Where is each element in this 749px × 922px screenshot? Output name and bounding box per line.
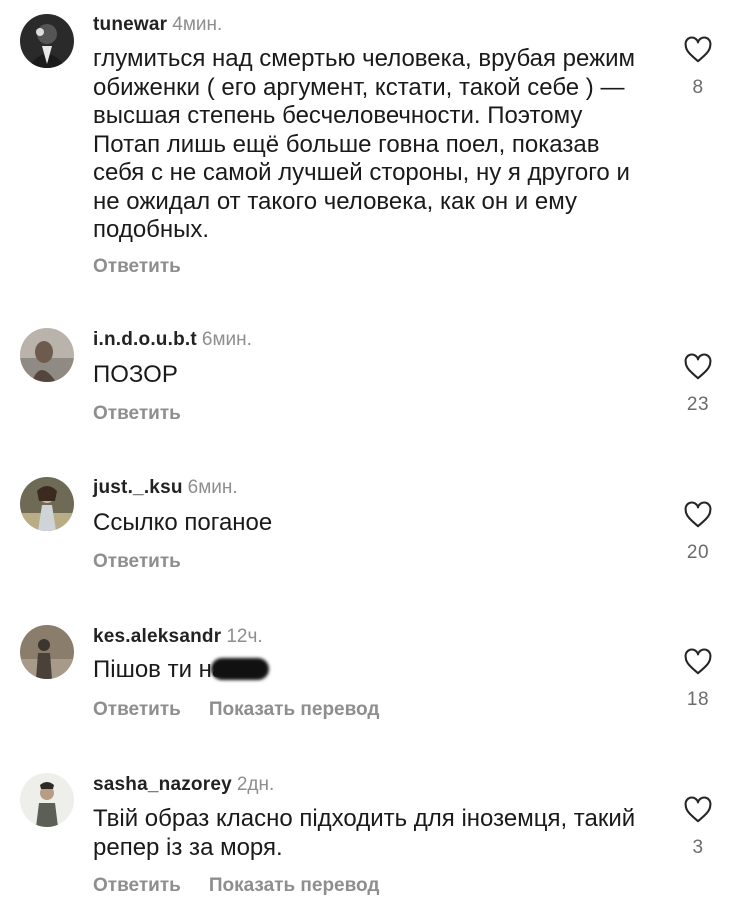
comment-actions: Ответить xyxy=(93,551,181,573)
like-count: 18 xyxy=(686,689,710,710)
heart-outline-icon[interactable] xyxy=(683,501,713,528)
like-control: 3 xyxy=(676,796,720,859)
comment-item: tunewar 4мин. глумиться над смертью челов… xyxy=(0,0,749,300)
reply-button[interactable]: Ответить xyxy=(93,551,181,572)
like-count: 20 xyxy=(686,542,710,563)
comment-text: Пішов ти на xyxy=(93,656,663,685)
comment-header: sasha_nazorey 2дн. xyxy=(93,773,274,797)
username-link[interactable]: kes.aleksandr xyxy=(93,626,221,647)
heart-outline-icon[interactable] xyxy=(683,796,713,823)
reply-button[interactable]: Ответить xyxy=(93,699,181,720)
comment-text: ПОЗОР xyxy=(93,361,178,388)
timestamp: 4мин. xyxy=(172,14,223,35)
username-link[interactable]: just._.ksu xyxy=(93,477,183,498)
heart-outline-icon[interactable] xyxy=(683,648,713,675)
like-control: 18 xyxy=(676,648,720,711)
reply-button[interactable]: Ответить xyxy=(93,256,181,277)
avatar[interactable] xyxy=(20,477,74,531)
username-link[interactable]: sasha_nazorey xyxy=(93,774,232,795)
show-translation-button[interactable]: Показать перевод xyxy=(209,875,380,896)
timestamp: 2дн. xyxy=(236,774,275,795)
avatar[interactable] xyxy=(20,773,74,827)
comment-text: Ссылко поганое xyxy=(93,509,273,536)
comment-header: just._.ksu 6мин. xyxy=(93,476,238,500)
comment-header: kes.aleksandr 12ч. xyxy=(93,625,263,649)
comment-header: tunewar 4мин. xyxy=(93,13,222,37)
like-control: 8 xyxy=(676,36,720,99)
username-link[interactable]: i.n.d.o.u.b.t xyxy=(93,329,197,350)
timestamp: 6мин. xyxy=(187,477,238,498)
heart-outline-icon[interactable] xyxy=(683,353,713,380)
comment-text-content: Пішов ти на xyxy=(93,656,226,683)
username-link[interactable]: tunewar xyxy=(93,14,167,35)
timestamp: 12ч. xyxy=(226,626,263,647)
reply-button[interactable]: Ответить xyxy=(93,403,181,424)
avatar[interactable] xyxy=(20,14,74,68)
timestamp: 6мин. xyxy=(201,329,252,350)
like-control: 23 xyxy=(676,353,720,416)
comment-header: i.n.d.o.u.b.t 6мин. xyxy=(93,328,252,352)
like-count: 23 xyxy=(686,394,710,415)
like-count: 8 xyxy=(692,77,704,98)
comment-actions: Ответить Показать перевод xyxy=(93,875,379,897)
reply-button[interactable]: Ответить xyxy=(93,875,181,896)
comment-actions: Ответить xyxy=(93,256,181,278)
like-control: 20 xyxy=(676,501,720,564)
heart-outline-icon[interactable] xyxy=(683,36,713,63)
comment-actions: Ответить Показать перевод xyxy=(93,699,379,721)
comment-actions: Ответить xyxy=(93,403,181,425)
avatar[interactable] xyxy=(20,625,74,679)
like-count: 3 xyxy=(692,837,704,858)
avatar[interactable] xyxy=(20,328,74,382)
censor-blot xyxy=(211,658,270,680)
show-translation-button[interactable]: Показать перевод xyxy=(209,699,380,720)
comment-text: Твій образ класно підходить для іноземця… xyxy=(93,805,636,861)
comment-text: глумиться над смертью человека, врубая р… xyxy=(93,45,636,243)
